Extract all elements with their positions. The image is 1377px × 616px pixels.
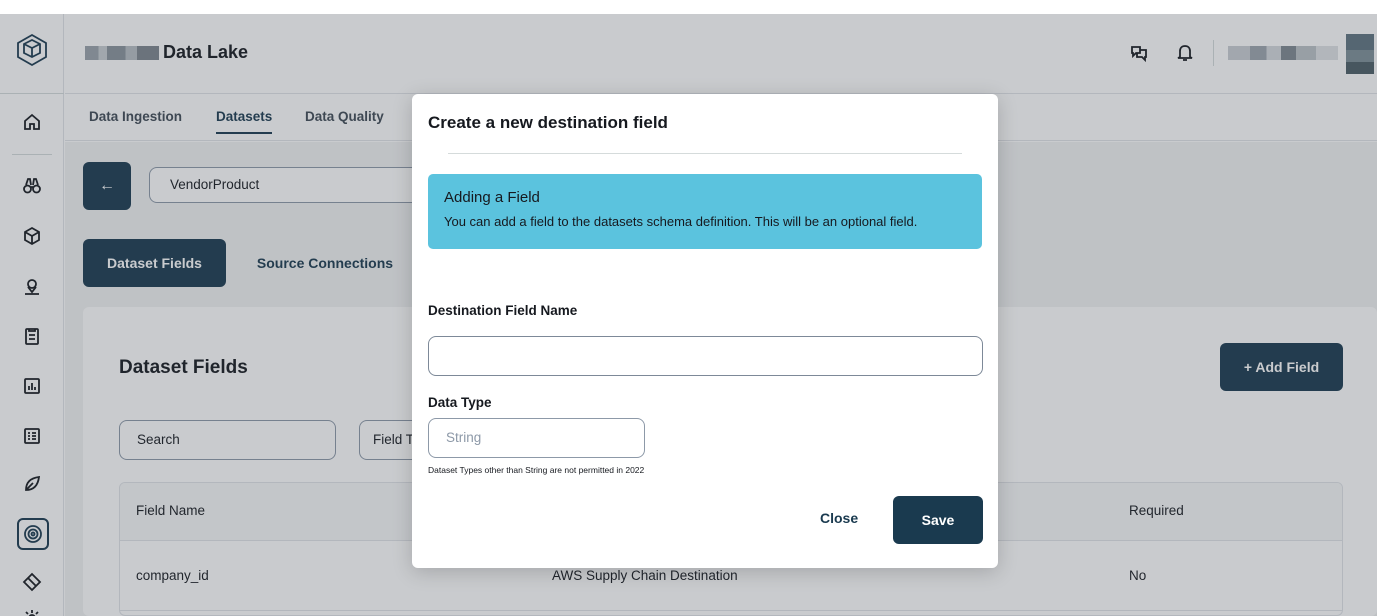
data-type-label: Data Type [428,395,492,410]
data-type-input[interactable]: String [428,418,645,458]
alert-title: Adding a Field [444,189,540,206]
alert-body: You can add a field to the datasets sche… [444,214,918,229]
data-type-hint: Dataset Types other than String are not … [428,465,645,475]
save-button[interactable]: Save [893,496,983,544]
destination-field-name-label: Destination Field Name [428,303,578,318]
modal-divider [448,153,962,154]
destination-field-name-input[interactable] [428,336,983,376]
create-field-modal: Create a new destination field Adding a … [412,94,998,568]
close-button[interactable]: Close [820,510,858,526]
modal-title: Create a new destination field [428,113,668,132]
info-alert: Adding a Field You can add a field to th… [428,174,982,249]
top-gap [0,0,1377,14]
